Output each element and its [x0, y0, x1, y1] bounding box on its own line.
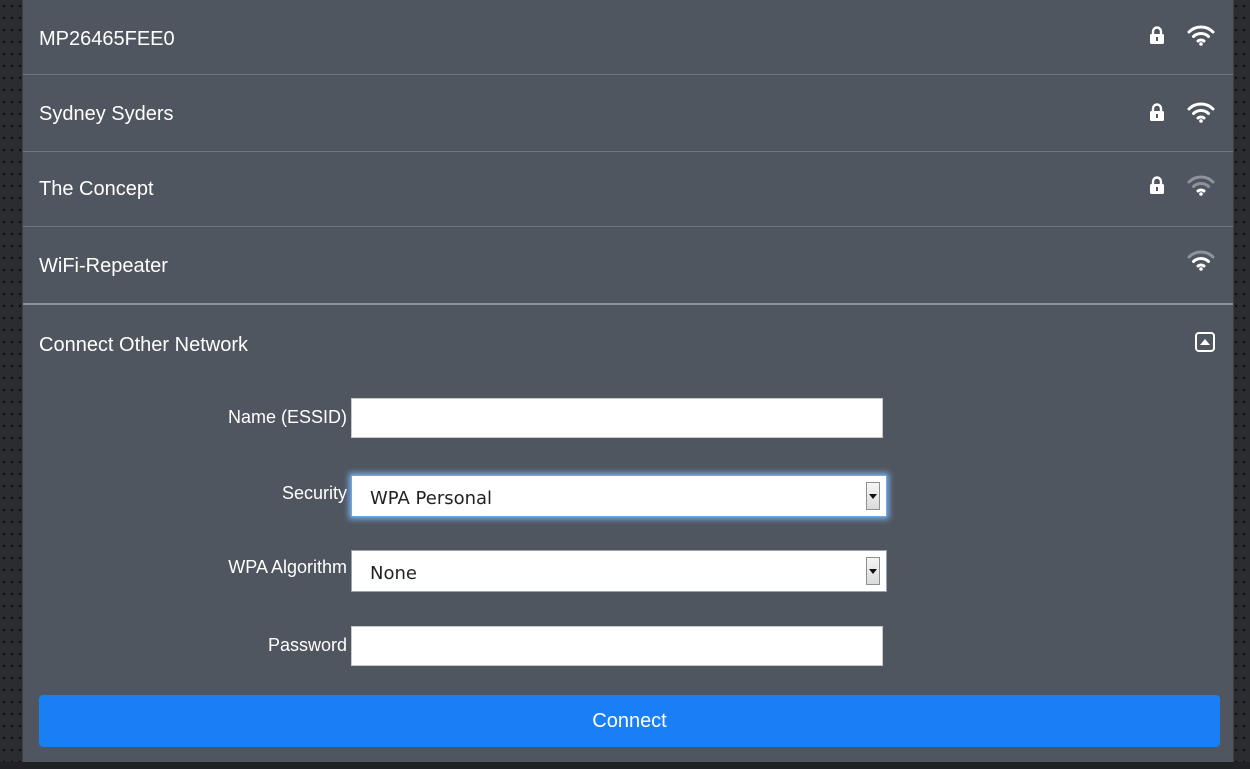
- password-input[interactable]: [351, 626, 883, 666]
- right-edge-texture: [1232, 0, 1250, 769]
- wifi-icon: [1187, 102, 1215, 123]
- network-row[interactable]: WiFi-Repeater: [23, 227, 1233, 305]
- essid-input[interactable]: [351, 398, 883, 438]
- network-name: Sydney Syders: [39, 103, 174, 125]
- left-edge-texture: [0, 0, 22, 769]
- connect-other-network-section: Connect Other Network Name (ESSID) Secur…: [23, 304, 1233, 762]
- wpa-algorithm-select[interactable]: None: [351, 550, 887, 592]
- chevron-down-icon[interactable]: [866, 482, 880, 510]
- section-title: Connect Other Network: [39, 334, 248, 356]
- security-select[interactable]: WPA Personal: [351, 475, 887, 517]
- security-select-value: WPA Personal: [370, 488, 493, 509]
- collapse-up-icon[interactable]: [1195, 332, 1215, 352]
- network-row[interactable]: Sydney Syders: [23, 75, 1233, 152]
- wpa-algorithm-select-value: None: [370, 563, 417, 584]
- wifi-icon: [1187, 25, 1215, 46]
- network-name: WiFi-Repeater: [39, 255, 168, 277]
- network-name: MP26465FEE0: [39, 28, 175, 50]
- wpa-algorithm-label: WPA Algorithm: [228, 557, 347, 577]
- lock-icon: [1150, 103, 1164, 121]
- chevron-down-icon[interactable]: [866, 557, 880, 585]
- connect-button[interactable]: Connect: [39, 695, 1220, 747]
- wifi-panel: MP26465FEE0 Sydney Syders The Concept Wi…: [22, 0, 1234, 762]
- lock-icon: [1150, 26, 1164, 44]
- network-name: The Concept: [39, 178, 154, 200]
- password-label: Password: [267, 635, 347, 655]
- essid-label: Name (ESSID): [227, 407, 347, 427]
- network-row[interactable]: MP26465FEE0: [23, 0, 1233, 75]
- wifi-icon: [1187, 175, 1215, 196]
- bottom-strip: [0, 762, 1250, 769]
- wifi-icon: [1187, 250, 1215, 271]
- network-row[interactable]: The Concept: [23, 152, 1233, 227]
- security-label: Security: [281, 483, 347, 503]
- lock-icon: [1150, 176, 1164, 194]
